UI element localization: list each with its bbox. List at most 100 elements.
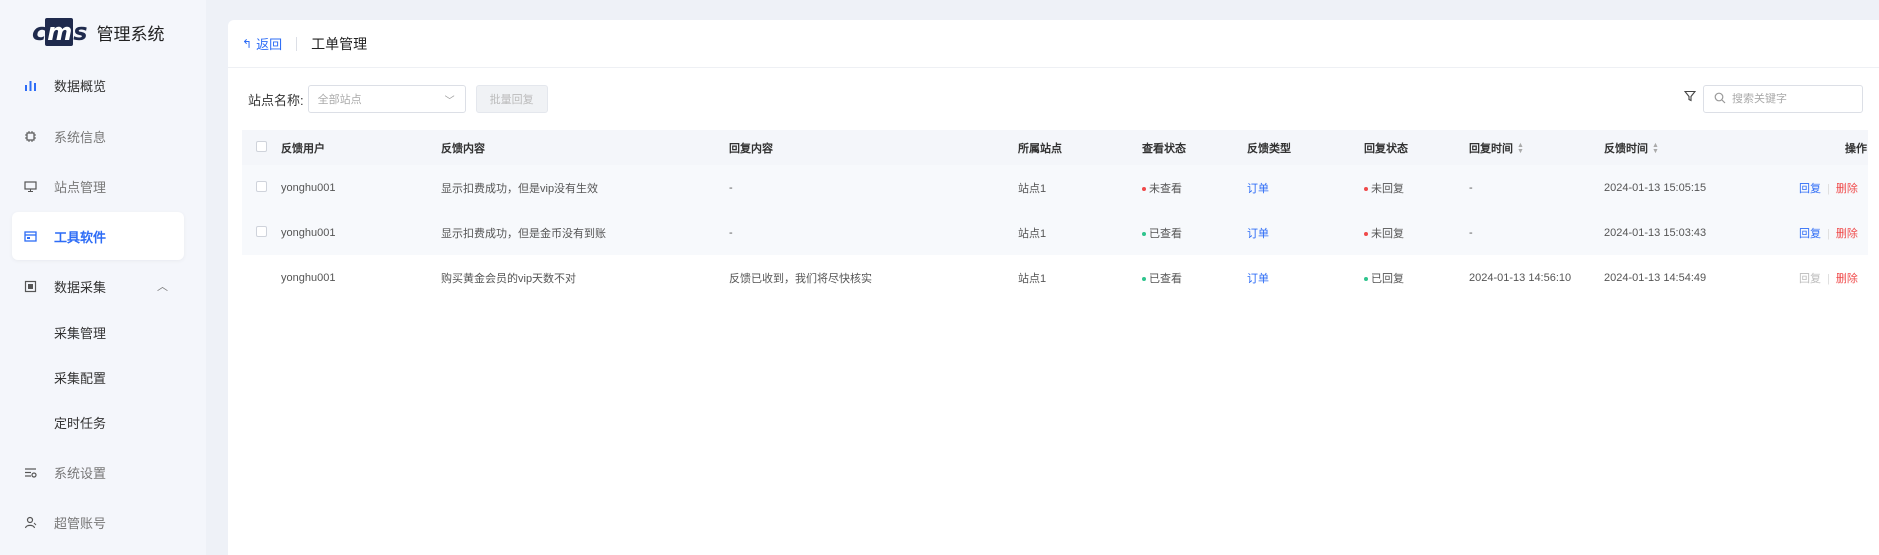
cell-reply-status: 未回复 bbox=[1364, 180, 1404, 196]
sidebar-item-admin-accounts[interactable]: 超管账号 bbox=[12, 498, 184, 546]
col-reply-time[interactable]: 回复时间 ▲ ▼ bbox=[1469, 140, 1524, 156]
sidebar: cms 管理系统 数据概览 系统信息 站点管理 工具软件 数据采集 ︿ 采集管理… bbox=[0, 0, 206, 555]
sidebar-item-label: 系统信息 bbox=[54, 129, 107, 145]
sidebar-subitem-collection-config[interactable]: 采集配置 bbox=[54, 369, 106, 389]
chevron-down-icon: ﹀ bbox=[444, 96, 455, 107]
delete-button[interactable]: 删除 bbox=[1836, 273, 1858, 285]
cell-view-status: 未查看 bbox=[1142, 180, 1182, 196]
cell-view-status: 已查看 bbox=[1142, 225, 1182, 241]
cell-actions: 回复 | 删除 bbox=[1799, 182, 1858, 195]
sort-icon[interactable]: ▲ ▼ bbox=[1517, 142, 1524, 155]
cell-user: yonghu001 bbox=[281, 271, 336, 284]
batch-reply-button[interactable]: 批量回复 bbox=[475, 85, 548, 113]
table-row: yonghu001 显示扣费成功，但是金币没有到账 - 站点1 已查看 订单 未… bbox=[242, 210, 1868, 255]
status-dot bbox=[1142, 186, 1146, 191]
cell-type[interactable]: 订单 bbox=[1247, 225, 1269, 241]
cell-view-status: 已查看 bbox=[1142, 270, 1182, 286]
feedback-table: 反馈用户 反馈内容 回复内容 所属站点 查看状态 反馈类型 回复状态 回复时间 ▲… bbox=[242, 130, 1868, 300]
page-title: 工单管理 bbox=[311, 35, 368, 52]
table-header: 反馈用户 反馈内容 回复内容 所属站点 查看状态 反馈类型 回复状态 回复时间 ▲… bbox=[242, 130, 1868, 165]
cell-reply-time: 2024-01-13 14:56:10 bbox=[1469, 271, 1572, 284]
status-dot bbox=[1142, 276, 1146, 281]
col-content: 反馈内容 bbox=[441, 142, 485, 155]
col-feedback-time[interactable]: 反馈时间 ▲ ▼ bbox=[1604, 140, 1659, 156]
col-reply-status: 回复状态 bbox=[1364, 142, 1408, 155]
sidebar-item-overview[interactable]: 数据概览 bbox=[12, 61, 184, 109]
col-view-status: 查看状态 bbox=[1142, 142, 1186, 155]
reply-button[interactable]: 回复 bbox=[1799, 183, 1821, 195]
cell-site: 站点1 bbox=[1018, 272, 1047, 285]
search-icon bbox=[1714, 92, 1726, 107]
cell-reply-time: - bbox=[1469, 181, 1473, 194]
cell-site: 站点1 bbox=[1018, 227, 1047, 240]
table-row: yonghu001 显示扣费成功，但是vip没有生效 - 站点1 未查看 订单 … bbox=[242, 165, 1868, 210]
sidebar-item-system-info[interactable]: 系统信息 bbox=[12, 112, 184, 160]
filter-icon[interactable] bbox=[1683, 90, 1697, 105]
cell-reply: 反馈已收到，我们将尽快核实 bbox=[729, 272, 872, 285]
settings-icon bbox=[22, 464, 38, 480]
back-arrow-icon: ↰ bbox=[242, 36, 253, 51]
cell-type[interactable]: 订单 bbox=[1247, 270, 1269, 286]
sidebar-subitem-collection-management[interactable]: 采集管理 bbox=[54, 324, 106, 344]
search-box[interactable] bbox=[1703, 85, 1863, 113]
monitor-icon bbox=[22, 178, 38, 194]
row-checkbox[interactable] bbox=[256, 226, 267, 240]
database-icon bbox=[22, 278, 38, 294]
sidebar-item-data-collection[interactable]: 数据采集 ︿ bbox=[12, 262, 184, 310]
back-button[interactable]: ↰ 返回 bbox=[242, 34, 282, 53]
divider bbox=[296, 36, 298, 51]
reply-button-disabled: 回复 bbox=[1799, 272, 1821, 285]
col-type: 反馈类型 bbox=[1247, 142, 1291, 155]
sidebar-item-label: 超管账号 bbox=[54, 515, 107, 531]
cell-feedback-time: 2024-01-13 15:05:15 bbox=[1604, 181, 1707, 194]
col-site: 所属站点 bbox=[1018, 142, 1062, 155]
sidebar-item-tools[interactable]: 工具软件 bbox=[12, 212, 184, 260]
window-icon bbox=[22, 228, 38, 244]
col-user: 反馈用户 bbox=[281, 142, 325, 155]
sidebar-item-label: 站点管理 bbox=[54, 179, 107, 195]
row-checkbox[interactable] bbox=[256, 181, 267, 195]
cell-reply-time: - bbox=[1469, 226, 1473, 239]
col-reply: 回复内容 bbox=[729, 142, 773, 155]
cell-site: 站点1 bbox=[1018, 182, 1047, 195]
site-filter-label: 站点名称: bbox=[248, 92, 304, 108]
cell-user: yonghu001 bbox=[281, 181, 336, 194]
sidebar-item-label: 数据概览 bbox=[54, 78, 107, 94]
table-row: yonghu001 购买黄金会员的vip天数不对 反馈已收到，我们将尽快核实 站… bbox=[242, 255, 1868, 300]
cell-feedback-time: 2024-01-13 15:03:43 bbox=[1604, 226, 1707, 239]
app-logo[interactable]: cms 管理系统 bbox=[32, 14, 165, 50]
main-panel: ↰ 返回 工单管理 站点名称: 全部站点 ﹀ 批量回复 反馈用户 反馈内容 回复… bbox=[228, 20, 1879, 555]
search-input[interactable] bbox=[1732, 93, 1842, 105]
delete-button[interactable]: 删除 bbox=[1836, 228, 1858, 240]
filter-bar: 站点名称: 全部站点 ﹀ 批量回复 bbox=[248, 85, 548, 113]
delete-button[interactable]: 删除 bbox=[1836, 183, 1858, 195]
app-title: 管理系统 bbox=[96, 24, 165, 44]
status-dot bbox=[1364, 186, 1368, 191]
cell-feedback-time: 2024-01-13 14:54:49 bbox=[1604, 271, 1707, 284]
sidebar-item-site-management[interactable]: 站点管理 bbox=[12, 162, 184, 210]
cell-actions: 回复 | 删除 bbox=[1799, 272, 1858, 285]
bar-chart-icon bbox=[22, 77, 38, 93]
cell-type[interactable]: 订单 bbox=[1247, 180, 1269, 196]
cell-reply: - bbox=[729, 181, 733, 194]
col-actions: 操作 bbox=[1845, 142, 1867, 155]
cell-reply-status: 已回复 bbox=[1364, 270, 1404, 286]
sidebar-item-label: 系统设置 bbox=[54, 465, 107, 481]
cell-reply-status: 未回复 bbox=[1364, 225, 1404, 241]
sidebar-item-system-settings[interactable]: 系统设置 bbox=[12, 448, 184, 496]
status-dot bbox=[1364, 276, 1368, 281]
cell-reply: - bbox=[729, 226, 733, 239]
chip-icon bbox=[22, 128, 38, 144]
select-all-checkbox[interactable] bbox=[256, 141, 267, 155]
chevron-up-icon[interactable]: ︿ bbox=[157, 278, 168, 294]
logo-mark: cms bbox=[32, 18, 88, 46]
status-dot bbox=[1142, 231, 1146, 236]
sort-icon[interactable]: ▲ ▼ bbox=[1652, 142, 1659, 155]
cell-content: 显示扣费成功，但是金币没有到账 bbox=[441, 227, 606, 240]
site-select[interactable]: 全部站点 ﹀ bbox=[307, 85, 466, 113]
sidebar-item-label: 数据采集 bbox=[54, 279, 107, 295]
reply-button[interactable]: 回复 bbox=[1799, 228, 1821, 240]
cell-actions: 回复 | 删除 bbox=[1799, 227, 1858, 240]
page-header: ↰ 返回 工单管理 bbox=[228, 20, 1879, 68]
sidebar-subitem-scheduled-tasks[interactable]: 定时任务 bbox=[54, 414, 106, 434]
